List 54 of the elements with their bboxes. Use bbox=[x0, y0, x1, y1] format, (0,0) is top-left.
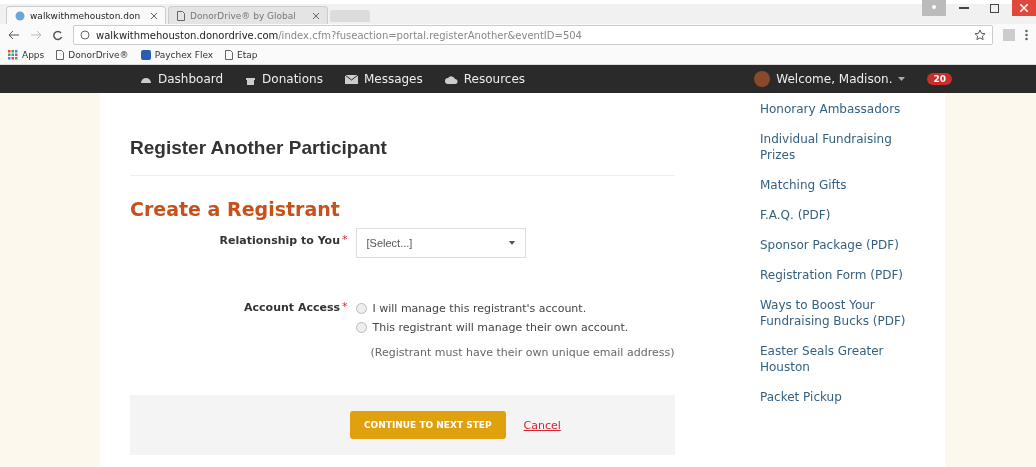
caret-icon bbox=[508, 241, 515, 245]
sidebar-link[interactable]: Packet Pickup bbox=[760, 389, 910, 405]
hint-text: (Registrant must have their own unique email address) bbox=[370, 346, 675, 359]
nav-link[interactable]: Resources bbox=[444, 72, 526, 86]
reload-icon[interactable] bbox=[52, 29, 63, 41]
caret-icon bbox=[898, 77, 906, 81]
back-arrow-icon[interactable] bbox=[8, 30, 20, 40]
cancel-link[interactable]: Cancel bbox=[523, 418, 561, 432]
page-icon bbox=[56, 50, 65, 60]
browser-tab[interactable]: walkwithmehouston.don bbox=[6, 6, 166, 24]
sidebar-link[interactable]: F.A.Q. (PDF) bbox=[760, 207, 910, 223]
close-icon bbox=[1020, 4, 1028, 12]
close-button[interactable] bbox=[1012, 0, 1036, 16]
section-heading: Create a Registrant bbox=[130, 198, 341, 220]
avatar-icon bbox=[754, 71, 771, 87]
star-icon[interactable] bbox=[974, 29, 986, 41]
required-mark: * bbox=[342, 299, 348, 313]
relationship-select[interactable]: [Select...] bbox=[355, 228, 526, 258]
bookmark[interactable]: DonorDrive® bbox=[56, 50, 129, 60]
nav-link[interactable]: Dashboard bbox=[140, 72, 224, 86]
sidebar-link[interactable]: Individual Fundraising Prizes bbox=[760, 131, 910, 163]
sidebar-link[interactable]: Sponsor Package (PDF) bbox=[760, 237, 910, 253]
notification-count: 20 bbox=[927, 73, 952, 85]
field-label: Relationship to You bbox=[218, 233, 340, 247]
browser-tab[interactable]: DonorDrive® by Global bbox=[168, 6, 328, 24]
radio-option[interactable]: This registrant will manage their own account. bbox=[355, 321, 675, 334]
sidebar-link[interactable]: Honorary Ambassadors bbox=[760, 101, 910, 117]
close-icon[interactable] bbox=[151, 12, 157, 19]
sidebar-link[interactable]: Matching Gifts bbox=[760, 177, 910, 193]
cloud-icon bbox=[444, 74, 458, 84]
sidebar-link[interactable]: Registration Form (PDF) bbox=[760, 267, 910, 283]
account-menu[interactable]: Welcome, Madison. bbox=[754, 71, 906, 87]
required-mark: * bbox=[342, 232, 348, 246]
restore-icon[interactable] bbox=[989, 3, 999, 13]
bookmark[interactable]: Apps bbox=[8, 50, 45, 60]
nav-link[interactable]: Donations bbox=[245, 72, 323, 86]
page-title: Register Another Participant bbox=[130, 137, 675, 176]
radio-button[interactable] bbox=[355, 322, 367, 333]
apps-grid-icon bbox=[8, 50, 18, 60]
sidebar-link[interactable]: Ways to Boost Your Fundraising Bucks (PDF) bbox=[760, 297, 910, 329]
envelope-icon bbox=[344, 74, 358, 84]
sidebar-link[interactable]: Easter Seals Greater Houston bbox=[760, 343, 910, 375]
page-icon bbox=[177, 10, 185, 21]
bookmark[interactable]: Paychex Flex bbox=[140, 50, 214, 60]
app-logo-icon bbox=[140, 50, 151, 60]
address-bar[interactable]: walkwithmehouston.donordrive.com/index.cfm?fuseaction=portal.registerAnother&eventID=504 bbox=[73, 25, 993, 45]
field-label: Account Access bbox=[243, 300, 340, 314]
page-icon bbox=[225, 50, 234, 60]
radio-button[interactable] bbox=[355, 303, 367, 314]
bookmark[interactable]: Etap bbox=[225, 50, 258, 60]
nav-link[interactable]: Messages bbox=[344, 72, 423, 86]
menu-icon[interactable] bbox=[1025, 29, 1028, 41]
close-icon[interactable] bbox=[313, 12, 319, 19]
radio-option[interactable]: I will manage this registrant's account. bbox=[355, 302, 675, 315]
